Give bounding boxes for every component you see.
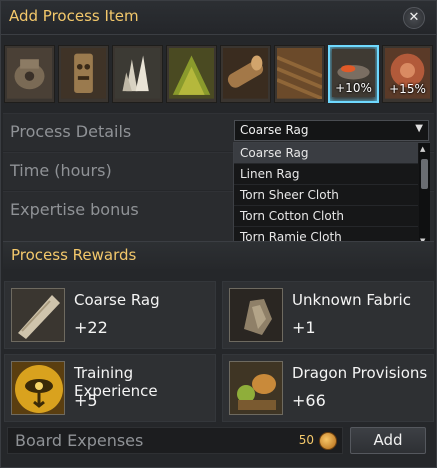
- board-expenses-label: Board Expenses: [15, 431, 144, 450]
- material-tile-wooden-totem[interactable]: [58, 45, 109, 103]
- material-tile-quartz-crystal[interactable]: [112, 45, 163, 103]
- window-title: Add Process Item: [9, 7, 139, 25]
- material-tile-timber-log[interactable]: [220, 45, 271, 103]
- eye-sigil-icon: [11, 361, 65, 415]
- dropdown-option[interactable]: Linen Rag: [234, 164, 418, 185]
- reward-amount: +1: [292, 318, 316, 337]
- tile-percent-label: +10%: [335, 81, 372, 95]
- material-tile-coin-stack[interactable]: +15%: [382, 45, 433, 103]
- process-details-label: Process Details: [10, 122, 132, 141]
- reward-name: Coarse Rag: [74, 291, 160, 309]
- unknown-fabric-icon: [229, 288, 283, 342]
- stone-mill-icon: [7, 48, 52, 99]
- dropdown-option[interactable]: Torn Cotton Cloth: [234, 206, 418, 227]
- reward-item[interactable]: Training Experience +5: [4, 354, 216, 422]
- tile-percent-label: +15%: [389, 82, 426, 96]
- coin-icon: [319, 432, 337, 450]
- reward-item[interactable]: Unknown Fabric +1: [222, 281, 434, 349]
- wooden-totem-icon: [61, 48, 106, 99]
- chevron-down-icon: ▼: [415, 123, 423, 134]
- material-tile-green-leaves[interactable]: [166, 45, 217, 103]
- green-leaves-icon: [169, 48, 214, 99]
- reward-item[interactable]: Coarse Rag +22: [4, 281, 216, 349]
- material-tile-wood-plank[interactable]: [274, 45, 325, 103]
- process-rewards-title: Process Rewards: [11, 246, 137, 264]
- dropdown-option[interactable]: Coarse Rag: [234, 143, 418, 164]
- reward-amount: +5: [74, 391, 98, 410]
- material-tile-torch-flame[interactable]: +10%: [328, 45, 379, 103]
- process-rewards-header: Process Rewards: [3, 241, 434, 269]
- add-button[interactable]: Add: [350, 427, 426, 454]
- scroll-up-icon[interactable]: ▲: [420, 145, 425, 153]
- wood-plank-icon: [277, 48, 322, 99]
- quartz-crystal-icon: [115, 48, 160, 99]
- reward-name: Dragon Provisions: [292, 364, 428, 382]
- material-tile-stone-mill[interactable]: [4, 45, 55, 103]
- process-item-dropdown: Coarse Rag Linen Rag Torn Sheer Cloth To…: [233, 142, 430, 248]
- board-expenses-cost: 50: [298, 433, 314, 447]
- reward-amount: +66: [292, 391, 326, 410]
- selected-item-value: Coarse Rag: [240, 123, 309, 137]
- dragon-provisions-icon: [229, 361, 283, 415]
- reward-item[interactable]: Dragon Provisions +66: [222, 354, 434, 422]
- title-bar: Add Process Item ✕: [1, 1, 436, 35]
- process-item-select[interactable]: Coarse Rag ▼: [234, 120, 429, 141]
- material-tile-row: +10% +15%: [4, 45, 434, 103]
- reward-name: Unknown Fabric: [292, 291, 411, 309]
- close-button[interactable]: ✕: [403, 7, 425, 29]
- time-hours-label: Time (hours): [10, 161, 112, 180]
- dropdown-scrollbar[interactable]: ▲ ▼: [419, 143, 430, 247]
- scrollbar-thumb[interactable]: [421, 159, 428, 189]
- reward-amount: +22: [74, 318, 108, 337]
- dropdown-option[interactable]: Torn Sheer Cloth: [234, 185, 418, 206]
- board-expenses-field: Board Expenses 50: [7, 427, 343, 454]
- timber-log-icon: [223, 48, 268, 99]
- coarse-rag-icon: [11, 288, 65, 342]
- add-process-item-window: Add Process Item ✕ +10% +15% Process Det…: [0, 0, 437, 468]
- expertise-bonus-label: Expertise bonus: [10, 200, 139, 219]
